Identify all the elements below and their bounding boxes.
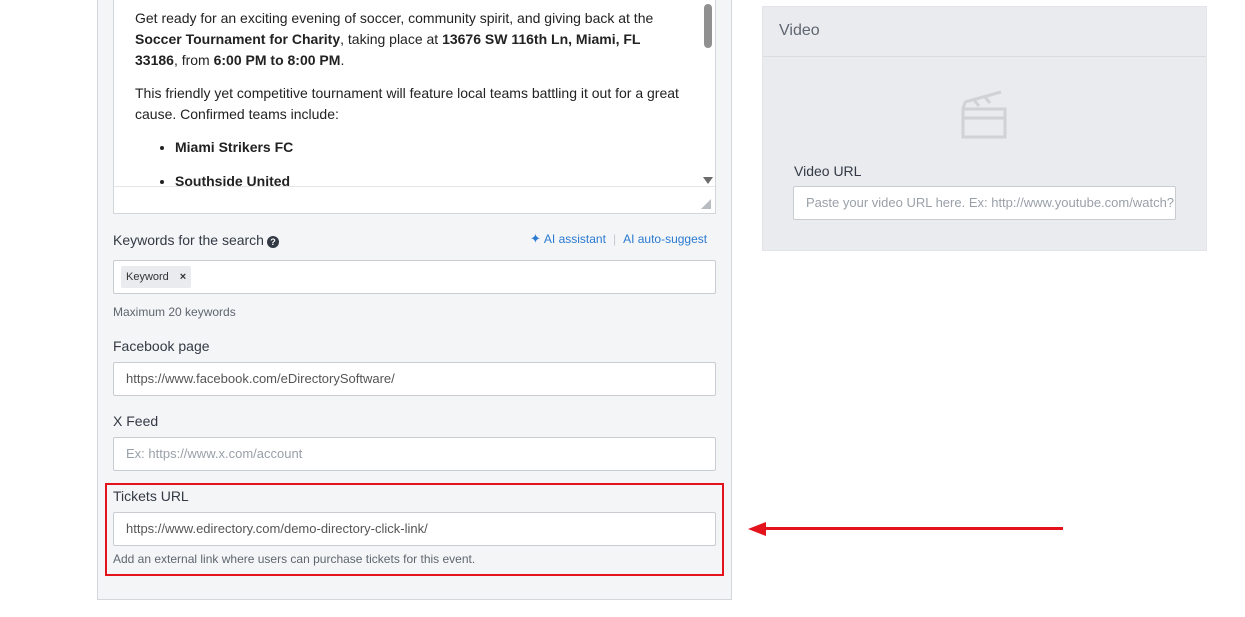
keywords-input[interactable] (113, 260, 716, 294)
question-circle-icon[interactable]: ? (266, 236, 279, 248)
page: Get ready for an exciting evening of soc… (0, 0, 1245, 617)
scroll-down-arrow-icon[interactable] (703, 177, 713, 184)
video-panel: Video Video URL Paste your video URL her… (762, 6, 1207, 251)
xfeed-label: X Feed (113, 413, 159, 429)
facebook-label: Facebook page (113, 338, 210, 354)
video-url-input[interactable]: Paste your video URL here. Ex: http://ww… (793, 186, 1176, 220)
clapperboard-icon (961, 90, 1007, 139)
video-panel-title: Video (763, 7, 1206, 57)
annotation-arrow-line (764, 527, 1063, 530)
scrollbar-thumb[interactable] (704, 4, 712, 48)
keyword-tag-label: Keyword (126, 271, 169, 283)
keyword-tag: Keyword × (121, 266, 192, 288)
team-list-item: Miami Strikers FC (175, 137, 684, 158)
video-url-label: Video URL (794, 163, 862, 179)
editor-paragraph-1: Get ready for an exciting evening of soc… (135, 10, 654, 68)
highlight-box (105, 483, 724, 576)
keywords-label-text: Keywords for the search (113, 232, 264, 248)
xfeed-input[interactable]: Ex: https://www.x.com/account (113, 437, 716, 471)
remove-tag-icon[interactable]: × (180, 271, 186, 283)
ai-autosuggest-link[interactable]: AI auto-suggest (623, 232, 707, 246)
facebook-input[interactable]: https://www.facebook.com/eDirectorySoftw… (113, 362, 716, 396)
keywords-label: Keywords for the search? (113, 232, 279, 248)
keywords-help: Maximum 20 keywords (113, 305, 236, 319)
team-list: Miami Strikers FC Southside United (175, 137, 684, 186)
team-list-item: Southside United (175, 171, 684, 186)
link-separator: | (612, 232, 617, 246)
ai-links: ✦ AI assistant | AI auto-suggest (530, 231, 707, 247)
sparkle-icon: ✦ (530, 231, 541, 246)
editor-content[interactable]: Get ready for an exciting evening of soc… (114, 0, 704, 186)
editor-paragraph-2: This friendly yet competitive tournament… (135, 85, 679, 122)
resize-handle-icon[interactable] (701, 199, 711, 209)
ai-assistant-link[interactable]: AI assistant (544, 232, 606, 246)
description-editor[interactable]: Get ready for an exciting evening of soc… (113, 0, 716, 214)
annotation-arrow-head-icon (748, 522, 766, 536)
editor-scrollbar[interactable] (701, 0, 714, 186)
editor-statusbar (114, 186, 715, 213)
